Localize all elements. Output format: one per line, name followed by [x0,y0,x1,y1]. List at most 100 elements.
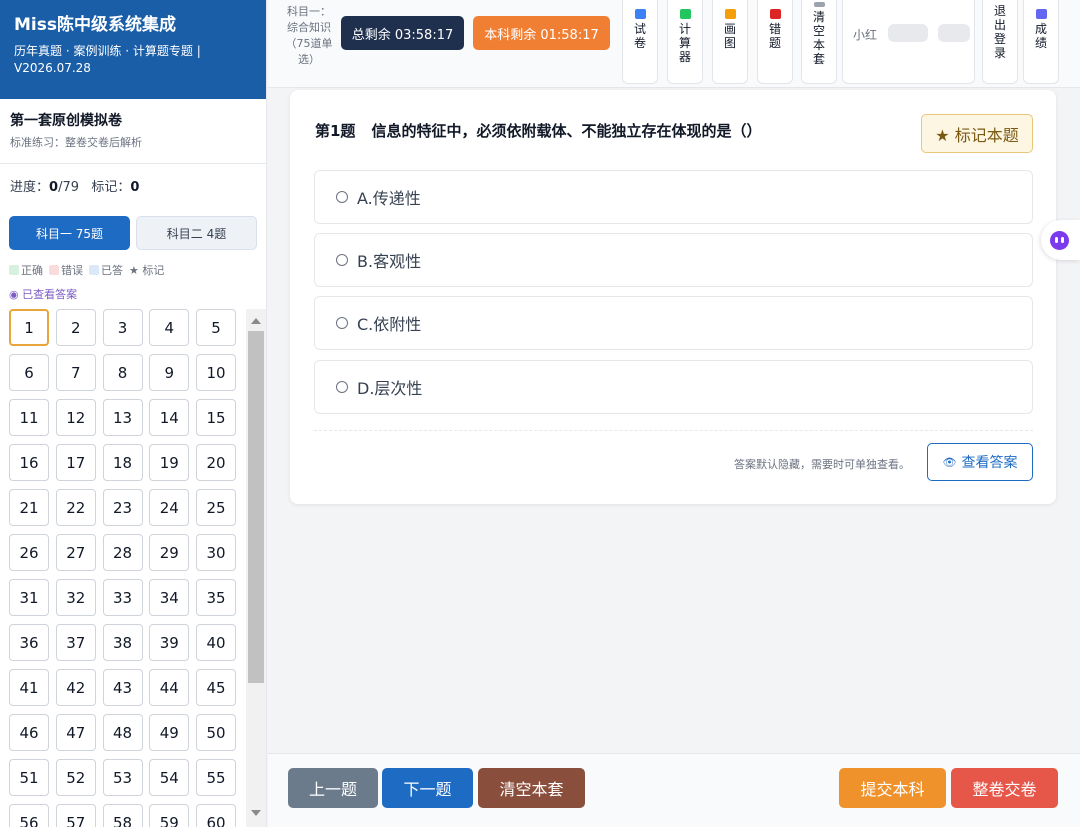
user-name: 小红 [853,28,878,42]
question-number-button[interactable]: 50 [196,714,236,751]
question-number-button[interactable]: 15 [196,399,236,436]
submit-subject-button[interactable]: 提交本科 [839,768,946,808]
clear-set-label: 清空本套 [812,10,825,66]
question-number-button[interactable]: 31 [9,579,49,616]
draw-icon [724,9,736,19]
tab-subject-2[interactable]: 科目二 4题 [136,216,257,250]
question-number-button[interactable]: 49 [149,714,190,751]
status-legend: 正确 错误 已答 ★ 标记 [9,262,164,278]
question-number-button[interactable]: 3 [102,309,143,346]
question-number-button[interactable]: 19 [149,444,190,481]
question-number-button[interactable]: 18 [102,444,143,481]
question-number-button[interactable]: 43 [102,669,143,706]
mark-question-button[interactable]: ★ 标记本题 [921,114,1033,153]
calculator-button[interactable]: 计算器 [667,0,703,84]
prev-question-button[interactable]: 上一题 [288,768,378,808]
exam-button[interactable]: 试卷 [622,0,658,84]
question-number-button[interactable]: 8 [102,354,143,391]
question-number-button[interactable]: 58 [102,804,143,827]
calculator-icon [679,9,691,19]
question-number-button[interactable]: 37 [55,624,96,661]
question-number-button[interactable]: 9 [149,354,190,391]
question-number-button[interactable]: 10 [196,354,236,391]
question-number-button[interactable]: 55 [196,759,236,796]
question-number-button[interactable]: 51 [9,759,49,796]
question-number-button[interactable]: 45 [196,669,236,706]
question-number-button[interactable]: 12 [55,399,96,436]
question-number-button[interactable]: 5 [196,309,236,346]
option-c[interactable]: C.依附性 [314,296,1033,350]
option-b[interactable]: B.客观性 [314,233,1033,287]
score-label: 成绩 [1034,22,1047,50]
option-a[interactable]: A.传递性 [314,170,1033,224]
wrong-book-label: 错题 [768,22,781,50]
question-number-button[interactable]: 33 [102,579,143,616]
question-number-button[interactable]: 39 [149,624,190,661]
question-number-button[interactable]: 13 [102,399,143,436]
question-number-button[interactable]: 56 [9,804,49,827]
question-number-button[interactable]: 40 [196,624,236,661]
question-number-button[interactable]: 17 [55,444,96,481]
question-number-button[interactable]: 26 [9,534,49,571]
question-number-button[interactable]: 46 [9,714,49,751]
question-number-button[interactable]: 21 [9,489,49,526]
question-number-button[interactable]: 24 [149,489,190,526]
scroll-down-icon[interactable] [251,810,261,816]
scrollbar-thumb[interactable] [248,331,264,683]
clear-icon [813,2,825,7]
question-number-button[interactable]: 54 [149,759,190,796]
view-answer-button[interactable]: 👁 查看答案 [927,443,1033,481]
question-number-button[interactable]: 11 [9,399,49,436]
question-number-button[interactable]: 23 [102,489,143,526]
option-b-label: B.客观性 [357,252,422,271]
draw-button[interactable]: 画图 [712,0,748,84]
clear-set-button[interactable]: 清空本套 [801,0,837,84]
submit-all-button[interactable]: 整卷交卷 [951,768,1058,808]
divider [314,430,1033,431]
clear-set-bottom-button[interactable]: 清空本套 [478,768,585,808]
view-answer-label: 查看答案 [961,455,1018,471]
wrong-book-button[interactable]: 错题 [757,0,793,84]
question-number-button[interactable]: 42 [55,669,96,706]
question-number-button[interactable]: 35 [196,579,236,616]
question-number-button[interactable]: 30 [196,534,236,571]
option-d[interactable]: D.层次性 [314,360,1033,414]
question-number-button[interactable]: 60 [196,804,236,827]
question-number-button[interactable]: 6 [9,354,49,391]
question-number-button[interactable]: 25 [196,489,236,526]
score-button[interactable]: 成绩 [1023,0,1059,84]
question-number-button[interactable]: 57 [55,804,96,827]
question-number-button[interactable]: 28 [102,534,143,571]
question-number-button[interactable]: 22 [55,489,96,526]
question-number-button[interactable]: 41 [9,669,49,706]
question-number-button[interactable]: 38 [102,624,143,661]
question-number-button[interactable]: 32 [55,579,96,616]
question-number-button[interactable]: 52 [55,759,96,796]
question-number-button[interactable]: 16 [9,444,49,481]
next-question-button[interactable]: 下一题 [382,768,473,808]
question-number-button[interactable]: 1 [9,309,49,346]
logout-button[interactable]: 退出登录 [982,0,1018,84]
question-number-button[interactable]: 4 [149,309,190,346]
question-number-button[interactable]: 34 [149,579,190,616]
question-number-button[interactable]: 59 [149,804,190,827]
question-number-button[interactable]: 44 [149,669,190,706]
exam-icon [634,9,646,19]
question-number-button[interactable]: 47 [55,714,96,751]
question-number-button[interactable]: 53 [102,759,143,796]
question-number-button[interactable]: 29 [149,534,190,571]
paper-subtitle: 标准练习：整卷交卷后解析 [10,136,142,149]
assistant-float-button[interactable] [1041,220,1080,260]
app-title: Miss陈中级系统集成 [14,15,176,35]
question-number-button[interactable]: 2 [55,309,96,346]
question-number-button[interactable]: 7 [55,354,96,391]
question-number-button[interactable]: 27 [55,534,96,571]
question-number-button[interactable]: 20 [196,444,236,481]
scroll-up-icon[interactable] [251,318,261,324]
sidebar-scrollbar[interactable] [246,309,266,827]
question-number-button[interactable]: 14 [149,399,190,436]
app-subtitle: 历年真题 · 案例训练 · 计算题专题 | V2026.07.28 [14,44,201,75]
question-number-button[interactable]: 48 [102,714,143,751]
question-number-button[interactable]: 36 [9,624,49,661]
tab-subject-1[interactable]: 科目一 75题 [9,216,130,250]
